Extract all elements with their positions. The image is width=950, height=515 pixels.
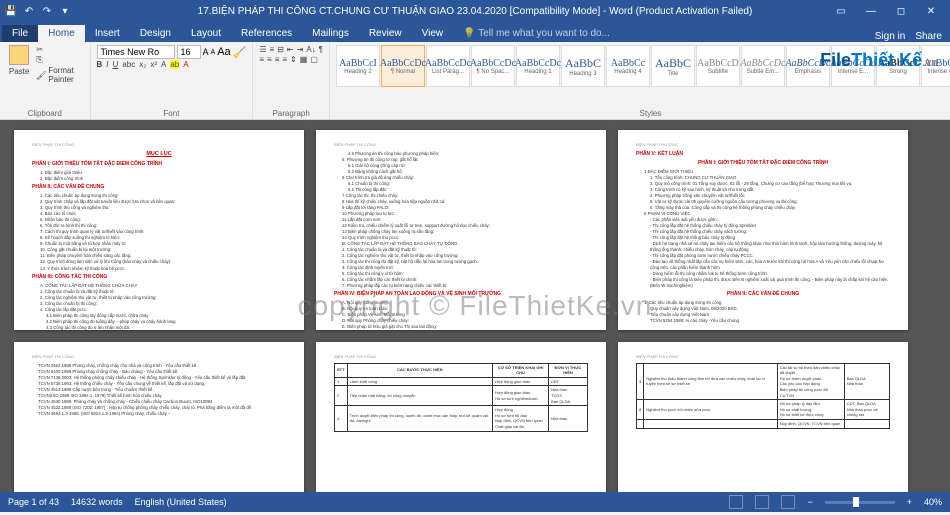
redo-icon[interactable]: ↷ [40,4,54,18]
save-icon[interactable]: 💾 [4,4,18,18]
sort-icon[interactable]: A↓ [306,45,315,54]
style-normal[interactable]: AaBbCcDc¶ Normal [381,45,425,87]
page-indicator[interactable]: Page 1 of 43 [8,497,59,507]
align-center-icon[interactable]: ≡ [267,55,272,64]
tab-file[interactable]: File [2,25,38,42]
multilevel-icon[interactable]: ⊟ [277,45,284,54]
document-workspace[interactable]: copyright © FileThietKe.vn BIỆN PHÁP THI… [0,120,950,492]
title-bar: 💾 ↶ ↷ ▾ 17.BIỆN PHÁP THI CÔNG CT.CHUNG C… [0,0,950,22]
zoom-out-button[interactable]: − [807,497,812,507]
minimize-icon[interactable]: — [856,0,886,22]
page-6[interactable]: BIỆN PHÁP THI CÔNG 3Nghiệm thu thảo thàn… [618,342,908,492]
clear-formatting-icon[interactable]: 🧹 [233,46,247,59]
style-heading2[interactable]: AaBbCcIHeading 2 [336,45,380,87]
page-3[interactable]: BIỆN PHÁP THI CÔNG PHẦN V: KẾT LUẬN PHẦN… [618,130,908,330]
paragraph-group: ☰ ≡ ⊟ ⇤ ⇥ A↓ ¶ ≡ ≡ ≡ ≡ ⇕ ▦ ▢ Paragraph [253,42,330,119]
ribbon: FileThiết Kế.vn Paste ✂ ⎘ 🖌 Format Paint… [0,42,950,120]
zoom-level[interactable]: 40% [924,497,942,507]
bold-button[interactable]: B [97,60,103,69]
style-list-paragraph[interactable]: AaBbCcDcList Parag... [426,45,470,87]
zoom-in-button[interactable]: + [907,497,912,507]
align-right-icon[interactable]: ≡ [275,55,280,64]
paste-icon [9,45,29,65]
shrink-font-icon[interactable]: A [211,49,216,56]
highlight-icon[interactable]: ab [170,60,179,69]
style-subtle-emphasis[interactable]: AaBbCcDcSubtle Em... [741,45,785,87]
superscript-button[interactable]: x² [150,60,157,69]
tab-review[interactable]: Review [359,25,412,42]
numbering-icon[interactable]: ≡ [270,45,275,54]
close-icon[interactable]: ✕ [916,0,946,22]
underline-button[interactable]: U [113,60,119,69]
subscript-button[interactable]: x₂ [139,60,146,69]
line-spacing-icon[interactable]: ⇕ [290,55,297,64]
print-layout-icon[interactable] [755,495,769,509]
share-button[interactable]: Share [915,31,942,42]
ribbon-tabs: File Home Insert Design Layout Reference… [0,22,950,42]
style-subtitle[interactable]: AaBbCcDSubtitle [696,45,740,87]
cut-button[interactable]: ✂ [36,45,83,54]
clipboard-group: Paste ✂ ⎘ 🖌 Format Painter Clipboard [0,42,91,119]
process-table-2: 3Nghiệm thu thảo thành công lãm tới đưa … [636,363,890,429]
tab-references[interactable]: References [231,25,302,42]
tab-view[interactable]: View [412,25,454,42]
borders-icon[interactable]: ▢ [310,55,318,64]
bullets-icon[interactable]: ☰ [259,45,266,54]
show-marks-icon[interactable]: ¶ [319,45,323,54]
page-2[interactable]: BIỆN PHÁP THI CÔNG 4.6 Phương án thi côn… [316,130,606,330]
text-effects-icon[interactable]: A [161,60,166,69]
tab-layout[interactable]: Layout [181,25,231,42]
tab-insert[interactable]: Insert [85,25,130,42]
paste-button[interactable]: Paste [6,45,32,76]
copy-button[interactable]: ⎘ [36,55,83,65]
tab-design[interactable]: Design [130,25,181,42]
web-layout-icon[interactable] [781,495,795,509]
ribbon-options-icon[interactable]: ▭ [826,0,856,22]
shading-icon[interactable]: ▦ [300,55,308,64]
style-heading4[interactable]: AaBbCcHeading 4 [606,45,650,87]
font-group: Times New Ro 16 A A Aa 🧹 B I U abc x₂ x²… [91,42,254,119]
page-5[interactable]: BIỆN PHÁP THI CÔNG STTCÁC BƯỚC THỰC HIỆN… [316,342,606,492]
align-left-icon[interactable]: ≡ [259,55,264,64]
decrease-indent-icon[interactable]: ⇤ [287,45,294,54]
process-table-1: STTCÁC BƯỚC THỰC HIỆNCƠ SỞ TRIỂN KHAI GH… [334,363,588,432]
undo-icon[interactable]: ↶ [22,4,36,18]
maximize-icon[interactable]: ◻ [886,0,916,22]
change-case-icon[interactable]: Aa [217,46,230,58]
justify-icon[interactable]: ≡ [282,55,287,64]
increase-indent-icon[interactable]: ⇥ [297,45,304,54]
style-title[interactable]: AaBbCTitle [651,45,695,87]
qat-customize-icon[interactable]: ▾ [58,4,72,18]
style-heading1[interactable]: AaBbCcDcHeading 1 [516,45,560,87]
format-painter-button[interactable]: 🖌 Format Painter [36,66,83,84]
font-name-select[interactable]: Times New Ro [97,45,175,59]
font-color-icon[interactable]: A [183,60,188,69]
window-title: 17.BIỆN PHÁP THI CÔNG CT.CHUNG CƯ THUẬN … [198,6,753,17]
language-indicator[interactable]: English (United States) [135,497,227,507]
watermark-logo: FileThiết Kế.vn [820,50,938,71]
read-mode-icon[interactable] [729,495,743,509]
grow-font-icon[interactable]: A [203,47,209,57]
status-bar: Page 1 of 43 14632 words English (United… [0,492,950,512]
style-no-spacing[interactable]: AaBbCcDc¶ No Spac... [471,45,515,87]
page-1[interactable]: BIỆN PHÁP THI CÔNG MỤC LỤC PHẦN I: GIỚI … [14,130,304,330]
style-heading3[interactable]: AaBbCHeading 3 [561,45,605,87]
italic-button[interactable]: I [106,60,108,69]
tell-me-input[interactable]: 💡 Tell me what you want to do... [453,25,620,42]
word-count[interactable]: 14632 words [71,497,123,507]
strike-button[interactable]: abc [122,60,135,69]
zoom-slider[interactable] [825,501,895,504]
tab-mailings[interactable]: Mailings [302,25,359,42]
page-4[interactable]: BIỆN PHÁP THI CÔNG TCVN 2622:1995 Phòng … [14,342,304,492]
tab-home[interactable]: Home [38,25,85,42]
font-size-select[interactable]: 16 [177,45,201,59]
sign-in-link[interactable]: Sign in [875,31,906,42]
